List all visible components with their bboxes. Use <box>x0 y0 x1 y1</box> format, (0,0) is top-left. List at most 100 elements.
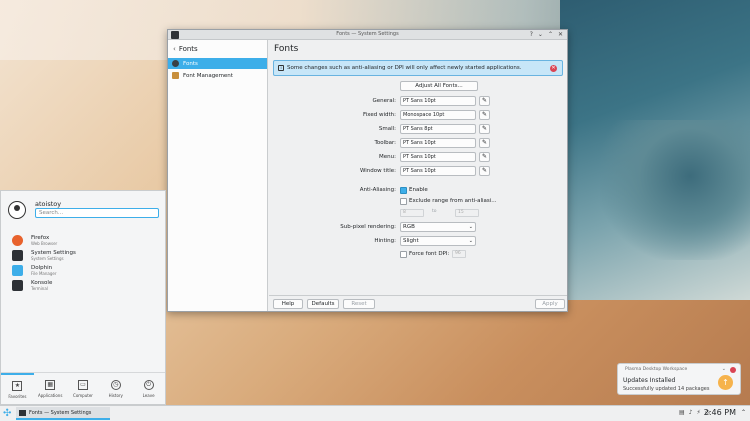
subpixel-select[interactable]: RGB ⌄ <box>400 222 476 232</box>
menu-font-pick-button[interactable]: ✎ <box>479 152 490 162</box>
button-bar: Help Defaults Reset Apply <box>269 295 567 311</box>
task-item-fonts[interactable]: Fonts — System Settings <box>16 407 110 420</box>
hinting-select[interactable]: Slight ⌄ <box>400 236 476 246</box>
menu-font-field: PT Sans 10pt <box>400 152 476 162</box>
tab-applications[interactable]: ▦ Applications <box>34 373 67 404</box>
window-title-font-field: PT Sans 10pt <box>400 166 476 176</box>
help-button[interactable]: Help <box>273 299 303 309</box>
page-title: Fonts <box>274 44 299 54</box>
exclude-range-checkbox[interactable] <box>400 198 407 205</box>
monitor-icon: ▭ <box>77 379 88 390</box>
range-from-spinbox: 8 <box>400 209 424 217</box>
info-banner: i Some changes such as anti-aliasing or … <box>273 60 563 76</box>
enable-checkbox[interactable] <box>400 187 407 194</box>
app-item-konsole[interactable]: Konsole Terminal <box>12 278 52 292</box>
font-management-icon <box>172 72 179 79</box>
small-font-pick-button[interactable]: ✎ <box>479 124 490 134</box>
app-name: Konsole <box>31 279 53 286</box>
toolbar-label: Toolbar: <box>374 140 396 146</box>
range-to-label: to <box>432 209 437 214</box>
small-label: Small: <box>378 126 396 132</box>
search-input[interactable]: Search... <box>35 208 159 218</box>
chevron-left-icon: ‹ <box>173 45 176 53</box>
sidebar: ‹ Fonts Fonts Font Management <box>168 40 268 311</box>
tab-leave[interactable]: ⏻ Leave <box>132 373 165 404</box>
fonts-icon <box>172 60 179 67</box>
kde-launcher-icon[interactable]: ✣ <box>3 408 14 419</box>
tab-label: History <box>108 392 123 398</box>
help-title-button[interactable]: ? <box>530 30 533 40</box>
app-item-dolphin[interactable]: Dolphin File Manager <box>12 263 57 277</box>
app-description: Terminal <box>31 285 48 291</box>
app-description: System Settings <box>31 255 64 261</box>
fixed-width-font-pick-button[interactable]: ✎ <box>479 110 490 120</box>
defaults-label: Defaults <box>311 301 335 307</box>
banner-text: Some changes such as anti-aliasing or DP… <box>287 65 522 71</box>
notification-body: Successfully updated 14 packages <box>623 386 710 392</box>
tab-history[interactable]: ◷ History <box>99 373 132 404</box>
chevron-up-icon[interactable]: ⌃ <box>741 409 746 416</box>
window-icon <box>19 409 26 416</box>
avatar[interactable] <box>8 201 26 219</box>
chevron-down-icon[interactable]: ⌄ <box>722 366 726 372</box>
reset-button[interactable]: Reset <box>343 299 375 309</box>
tab-label: Favorites <box>8 393 27 399</box>
titlebar[interactable]: Fonts — System Settings ? ⌄ ⌃ ✕ <box>168 30 567 40</box>
folder-icon <box>12 264 23 276</box>
window-title-font-pick-button[interactable]: ✎ <box>479 166 490 176</box>
sidebar-item-fonts[interactable]: Fonts <box>168 58 267 69</box>
help-label: Help <box>281 301 295 307</box>
close-icon[interactable]: ✕ <box>550 65 557 72</box>
general-font-pick-button[interactable]: ✎ <box>479 96 490 106</box>
toolbar-font-pick-button[interactable]: ✎ <box>479 138 490 148</box>
force-dpi-label: Force font DPI: <box>409 251 450 257</box>
adjust-all-fonts-label: Adjust All Fonts... <box>415 83 463 89</box>
clipboard-icon[interactable]: ▤ <box>679 409 685 416</box>
minimize-button[interactable]: ⌄ <box>538 30 543 40</box>
firefox-icon <box>12 234 23 246</box>
general-font-field: PT Sans 10pt <box>400 96 476 106</box>
range-to-spinbox: 15 <box>455 209 479 217</box>
close-icon[interactable] <box>730 367 736 373</box>
close-window-button[interactable]: ✕ <box>558 30 563 40</box>
wallpaper-swirl <box>600 120 750 260</box>
back-button[interactable]: ‹ Fonts <box>168 40 267 58</box>
window-title: Fonts — System Settings <box>336 31 399 37</box>
update-notification[interactable]: Plasma Desktop Workspace ⌄ Updates Insta… <box>617 363 741 395</box>
maximize-button[interactable]: ⌃ <box>548 30 553 40</box>
defaults-button[interactable]: Defaults <box>307 299 339 309</box>
app-item-firefox[interactable]: Firefox Web Browser <box>12 233 57 247</box>
back-label: Fonts <box>178 45 198 53</box>
clock[interactable]: 2:46 PM <box>704 408 736 417</box>
volume-icon[interactable]: ♪ <box>689 409 693 416</box>
anti-aliasing-label: Anti-Aliasing: <box>359 187 396 193</box>
taskbar: ✣ Fonts — System Settings ▤ ♪ ⚡ ◎ 2:46 P… <box>0 405 750 421</box>
subpixel-value: RGB <box>403 224 415 230</box>
toolbar-font-field: PT Sans 10pt <box>400 138 476 148</box>
apply-button[interactable]: Apply <box>535 299 565 309</box>
star-icon: ★ <box>12 380 23 391</box>
battery-icon[interactable]: ⚡ <box>697 409 701 416</box>
update-icon: ↑ <box>718 375 733 390</box>
terminal-icon <box>12 279 23 291</box>
power-icon: ⏻ <box>143 379 154 390</box>
tab-computer[interactable]: ▭ Computer <box>67 373 100 404</box>
app-name: System Settings <box>31 249 76 256</box>
hinting-value: Slight <box>403 238 419 244</box>
notification-title: Updates Installed <box>623 377 676 384</box>
sidebar-item-label: Fonts <box>183 60 198 67</box>
app-description: Web Browser <box>31 240 58 246</box>
sidebar-item-font-management[interactable]: Font Management <box>168 70 267 81</box>
tab-favorites[interactable]: ★ Favorites <box>1 373 34 404</box>
clock-icon: ◷ <box>110 379 121 390</box>
sidebar-item-label: Font Management <box>183 72 233 79</box>
fixed-width-label: Fixed width: <box>362 112 396 118</box>
tab-label: Applications <box>37 392 63 398</box>
grid-icon: ▦ <box>45 379 56 390</box>
chevron-down-icon: ⌄ <box>468 224 473 230</box>
adjust-all-fonts-button[interactable]: Adjust All Fonts... <box>400 81 478 91</box>
menu-label: Menu: <box>379 154 396 160</box>
hinting-label: Hinting: <box>374 238 396 244</box>
force-dpi-checkbox[interactable] <box>400 251 407 258</box>
app-item-system-settings[interactable]: System Settings System Settings <box>12 248 76 262</box>
